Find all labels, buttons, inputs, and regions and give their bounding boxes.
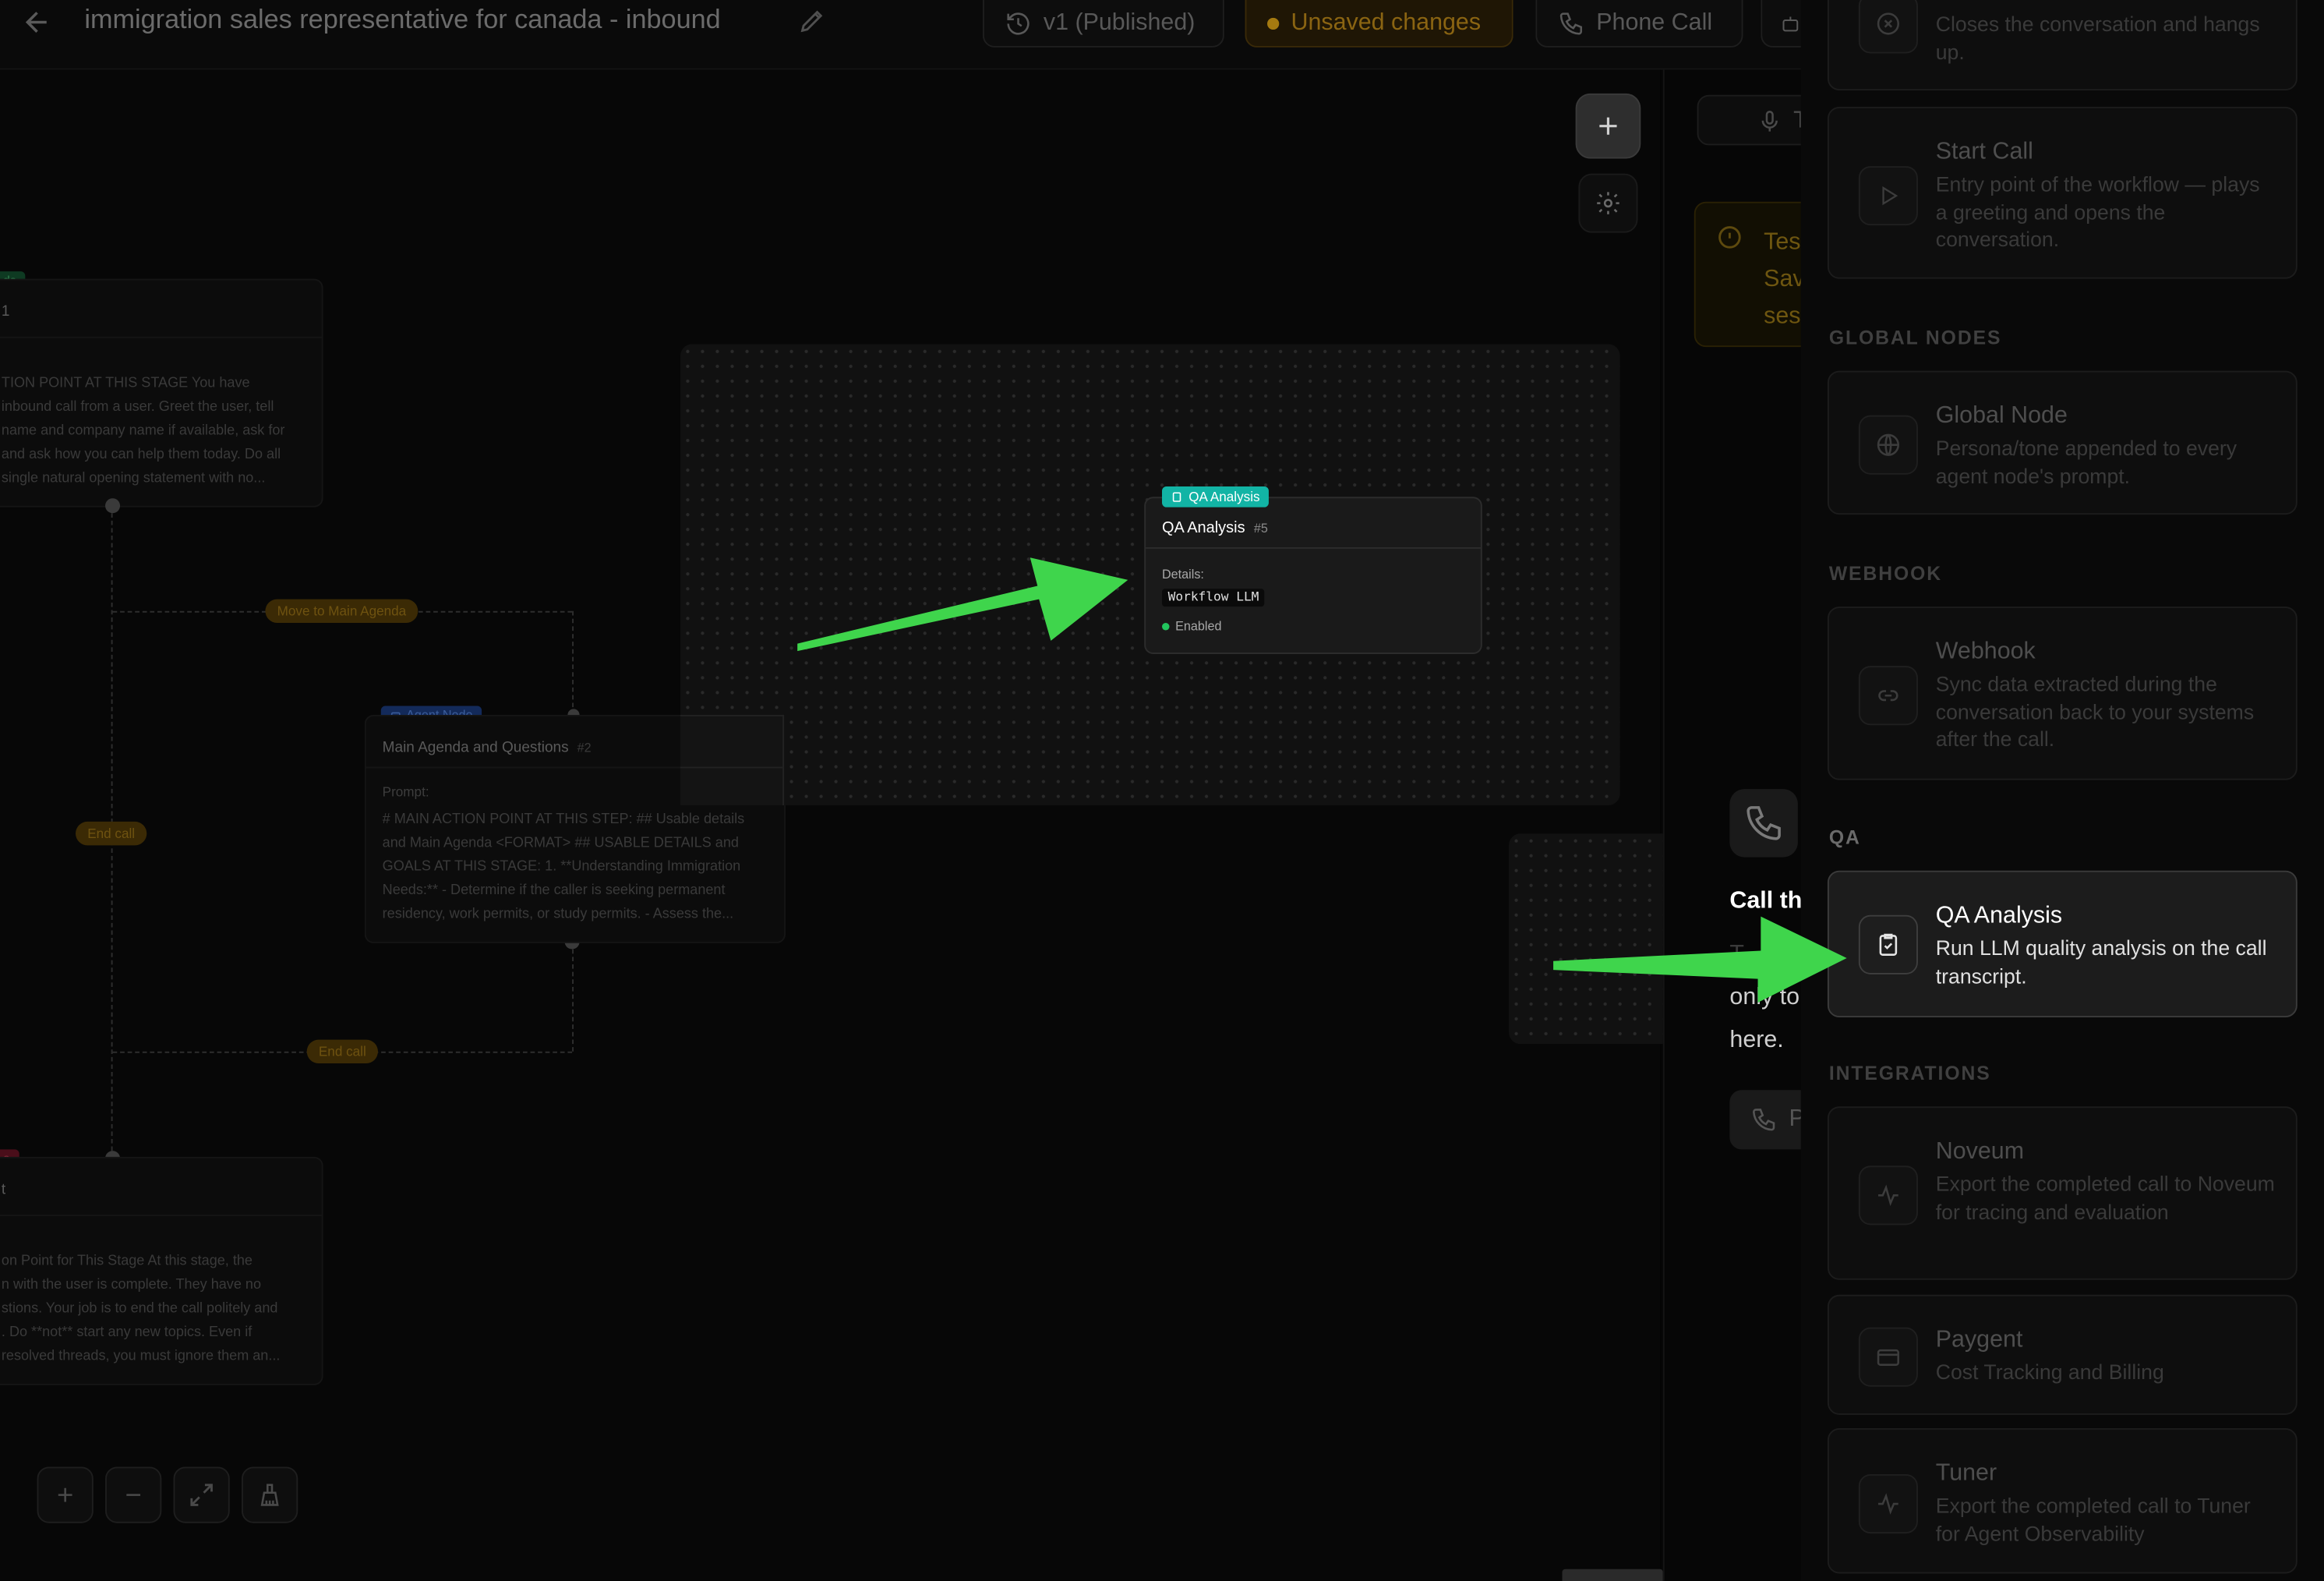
annotation-arrow-icon [1553,916,1847,1003]
annotation-arrows [797,557,1847,1003]
annotation-arrow-icon [797,557,1128,652]
